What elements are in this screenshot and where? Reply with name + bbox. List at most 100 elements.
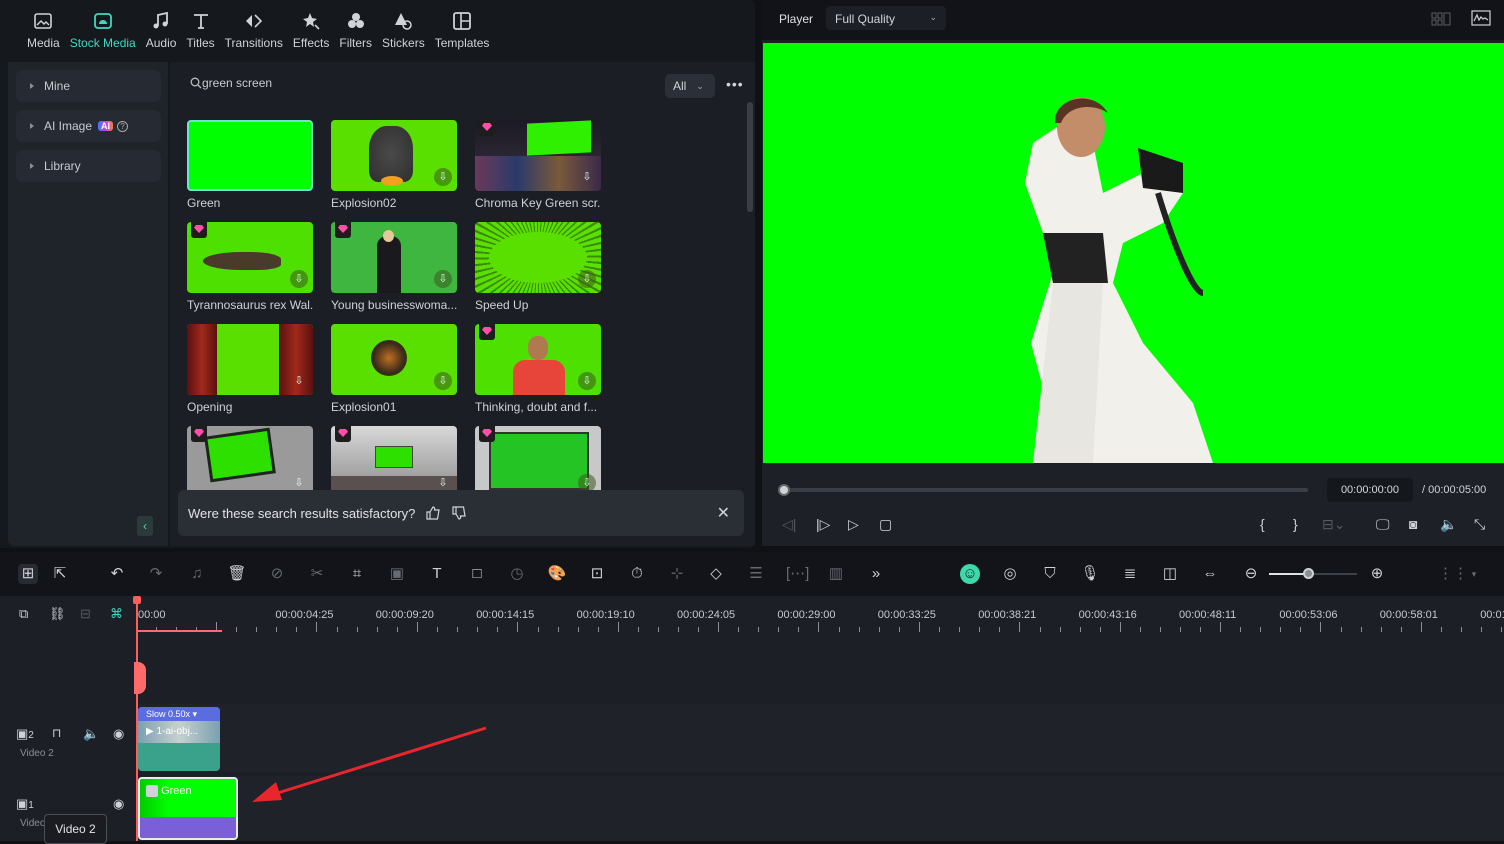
result-card[interactable]: ⇩ Speed Up xyxy=(475,222,601,312)
download-icon[interactable]: ⇩ xyxy=(578,168,596,186)
help-icon[interactable]: ? xyxy=(117,120,129,132)
tab-filters[interactable]: Filters xyxy=(334,10,377,60)
green-screen-icon[interactable]: ⊡ xyxy=(587,564,607,584)
result-card[interactable]: ⇩ Explosion02 xyxy=(331,120,457,210)
timer-icon[interactable]: ⏱ xyxy=(627,564,647,584)
tab-media[interactable]: Media xyxy=(22,10,65,60)
visibility-icon[interactable]: ◉ xyxy=(113,796,124,812)
download-icon[interactable]: ⇩ xyxy=(434,270,452,288)
clip-video-1[interactable]: Green xyxy=(138,777,238,840)
preview-icon[interactable]: ◫ xyxy=(1160,564,1180,584)
adjust-icon[interactable]: ☰ xyxy=(746,564,766,584)
redo-icon[interactable]: ↷ xyxy=(146,564,166,584)
mark-out-icon[interactable]: } xyxy=(1293,516,1298,532)
play-icon[interactable]: ▷ xyxy=(848,516,859,533)
ai-effects-icon[interactable]: ◇ xyxy=(706,564,726,584)
close-icon[interactable]: ✕ xyxy=(717,503,730,523)
scopes-icon[interactable] xyxy=(1471,10,1491,26)
visibility-icon[interactable]: ◉ xyxy=(113,726,124,742)
freeze-frame-icon[interactable]: ▣ xyxy=(387,564,407,584)
result-card[interactable]: ⇩ Thinking, doubt and f... xyxy=(475,324,601,414)
timeline-zoom-slider[interactable] xyxy=(1269,568,1357,579)
download-icon[interactable]: ⇩ xyxy=(578,474,596,490)
download-icon[interactable]: ⇩ xyxy=(290,270,308,288)
mute-icon[interactable]: 🔈 xyxy=(83,726,99,742)
layout-icon[interactable]: ⊞ xyxy=(18,564,38,584)
result-card[interactable]: ⇩ xyxy=(187,426,313,490)
collapse-sidebar-button[interactable]: ‹ xyxy=(137,516,153,536)
audio-wave-icon[interactable]: ▥ xyxy=(826,564,846,584)
next-frame-icon[interactable]: |▷ xyxy=(816,516,830,533)
seek-handle[interactable] xyxy=(778,484,790,496)
undo-icon[interactable]: ↶ xyxy=(107,564,127,584)
thumbs-down-icon[interactable] xyxy=(451,505,467,521)
speed-icon[interactable]: ◷ xyxy=(507,564,527,584)
text-icon[interactable]: T xyxy=(427,564,447,584)
split-icon[interactable]: ✂ xyxy=(307,564,327,584)
lock-icon[interactable]: ⊓ xyxy=(52,726,61,740)
filter-dropdown[interactable]: All ⌄ xyxy=(665,74,715,98)
add-track-icon[interactable]: ⧉ xyxy=(19,606,28,622)
tab-titles[interactable]: Titles xyxy=(181,10,219,60)
magnet-icon[interactable]: ⌘ xyxy=(110,606,123,622)
video-preview[interactable] xyxy=(763,43,1504,463)
sidebar-item-mine[interactable]: Mine xyxy=(16,70,161,102)
zoom-in-icon[interactable]: ⊕ xyxy=(1367,564,1387,584)
download-icon[interactable]: ⇩ xyxy=(290,474,308,490)
zoom-handle[interactable] xyxy=(1302,568,1314,579)
clip-video-2[interactable]: Slow 0.50x ▾ ▶ 1-ai-obj... xyxy=(138,707,220,771)
snapshot-icon[interactable]: ◙ xyxy=(1409,516,1417,532)
download-icon[interactable]: ⇩ xyxy=(434,168,452,186)
result-card[interactable]: ⇩ Explosion01 xyxy=(331,324,457,414)
stop-icon[interactable]: ▢ xyxy=(879,516,892,533)
download-icon[interactable]: ⇩ xyxy=(578,372,596,390)
result-card[interactable]: ⇩ Young businesswoma... xyxy=(331,222,457,312)
crop-icon[interactable]: ⌗ xyxy=(347,564,367,584)
sidebar-item-ai-image[interactable]: AI Image AI ? xyxy=(16,110,161,142)
display-settings-icon[interactable]: 🖵 xyxy=(1376,516,1390,533)
playhead-handle[interactable] xyxy=(133,596,141,604)
playhead[interactable] xyxy=(136,596,138,841)
result-card[interactable]: ⇩ xyxy=(475,426,601,490)
select-tool-icon[interactable]: ⇱ xyxy=(50,564,70,584)
tab-audio[interactable]: Audio xyxy=(141,10,182,60)
download-icon[interactable]: ⇩ xyxy=(434,474,452,490)
result-card[interactable]: ⇩ Tyrannosaurus rex Wal... xyxy=(187,222,313,312)
sidebar-item-library[interactable]: Library xyxy=(16,150,161,182)
shape-icon[interactable]: □ xyxy=(467,564,487,584)
delete-icon[interactable]: 🗑 xyxy=(227,564,247,584)
color-icon[interactable]: 🎨 xyxy=(547,564,567,584)
tab-stock-media[interactable]: Stock Media xyxy=(65,10,141,60)
auto-reframe-icon[interactable]: ⊹ xyxy=(667,564,687,584)
grid-view-icon[interactable] xyxy=(1431,12,1451,26)
tab-templates[interactable]: Templates xyxy=(430,10,495,60)
insert-icon[interactable]: ⊟⌄ xyxy=(1322,516,1345,533)
playhead-marker[interactable] xyxy=(134,662,146,694)
zoom-out-icon[interactable]: ⊖ xyxy=(1241,564,1261,584)
audio-mixer-icon[interactable]: ≣ xyxy=(1120,564,1140,584)
seek-bar[interactable] xyxy=(778,484,1308,496)
tab-stickers[interactable]: Stickers xyxy=(377,10,430,60)
download-icon[interactable]: ⇩ xyxy=(578,270,596,288)
group-icon[interactable]: ⊟ xyxy=(80,606,91,622)
fit-icon[interactable]: ⇔ xyxy=(1200,564,1220,584)
keyframe-icon[interactable]: [⋯] xyxy=(786,564,809,584)
download-icon[interactable]: ⇩ xyxy=(290,372,308,390)
more-tools-icon[interactable]: » xyxy=(866,564,886,584)
track-settings-icon[interactable]: ⋮⋮ xyxy=(1438,564,1468,584)
audio-detach-icon[interactable]: ♫ xyxy=(187,564,207,584)
result-card[interactable]: ⇩ Chroma Key Green scr... xyxy=(475,120,601,210)
current-time[interactable]: 00:00:00:00 xyxy=(1327,478,1413,502)
link-icon[interactable]: ⛓ xyxy=(49,606,66,622)
ai-copilot-icon[interactable]: ☺ xyxy=(960,564,980,584)
time-ruler[interactable]: 00:00 00:00:04:25 00:00:09:20 00:00:14:15 00… xyxy=(136,596,1504,636)
microphone-icon[interactable]: 🎙 xyxy=(1080,564,1100,584)
tab-transitions[interactable]: Transitions xyxy=(220,10,288,60)
quality-dropdown[interactable]: Full Quality ⌄ xyxy=(826,6,946,30)
more-options-button[interactable]: ••• xyxy=(726,76,744,92)
chevron-down-icon[interactable]: ▾ xyxy=(1464,564,1484,584)
download-icon[interactable]: ⇩ xyxy=(434,372,452,390)
result-card[interactable]: ⇩ xyxy=(331,426,457,490)
result-card[interactable]: ⇩ Opening xyxy=(187,324,313,414)
volume-icon[interactable]: 🔈 xyxy=(1440,516,1457,533)
